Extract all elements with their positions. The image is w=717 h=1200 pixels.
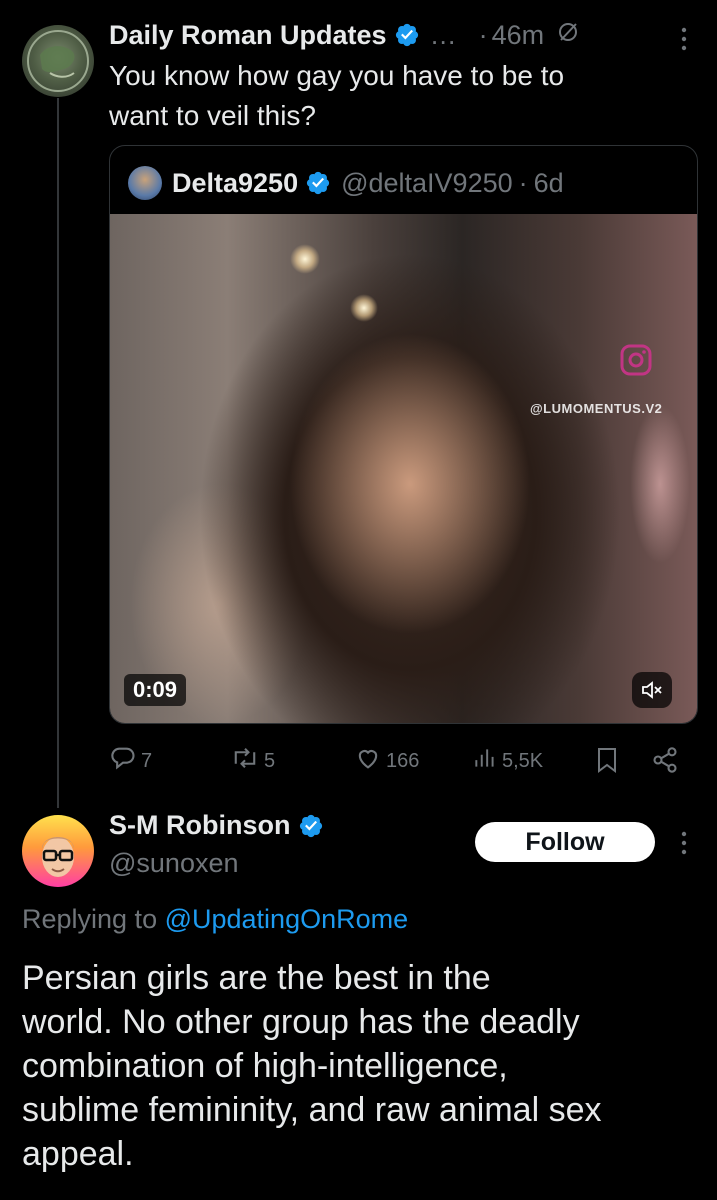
- video-duration-badge: 0:09: [124, 674, 187, 706]
- quoted-author-name[interactable]: Delta9250: [172, 168, 298, 199]
- parent-author-name[interactable]: Daily Roman Updates: [109, 20, 387, 51]
- replying-to-line: Replying to @UpdatingOnRome: [22, 904, 408, 935]
- reply-tweet-text-line: world. No other group has the deadly: [22, 1003, 580, 1041]
- parent-time-separator: ·: [478, 19, 488, 50]
- retweet-action[interactable]: 5: [230, 744, 275, 778]
- replying-to-prefix: Replying to: [22, 904, 165, 934]
- quoted-author-avatar[interactable]: [128, 166, 162, 200]
- follow-button[interactable]: Follow: [475, 822, 655, 862]
- thread-connector-line: [57, 98, 59, 808]
- reply-author-handle[interactable]: @sunoxen: [109, 848, 239, 879]
- reply-count: 7: [141, 749, 153, 772]
- like-icon: [354, 744, 382, 778]
- reply-tweet-text-line: appeal.: [22, 1135, 134, 1173]
- avatar-map-graphic: [27, 30, 89, 92]
- like-count: 166: [386, 749, 420, 772]
- parent-tweet-header: Daily Roman Updates … · 46m: [109, 18, 580, 52]
- reply-action[interactable]: 7: [109, 744, 152, 778]
- like-action[interactable]: 166: [354, 744, 419, 778]
- video-light: [630, 404, 690, 564]
- verified-badge-icon: [305, 170, 331, 196]
- avatar-face-graphic: [42, 837, 74, 877]
- reply-tweet-text-line: sublime femininity, and raw animal sex: [22, 1091, 602, 1129]
- muted-speaker-icon[interactable]: [632, 672, 672, 708]
- quoted-tweet-header: Delta9250 @deltaIV9250 · 6d: [128, 166, 564, 200]
- parent-timestamp[interactable]: 46m: [492, 20, 545, 51]
- more-options-icon[interactable]: [674, 828, 694, 858]
- reply-author-name[interactable]: S-M Robinson: [109, 810, 290, 841]
- verified-badge-icon: [394, 22, 420, 48]
- quoted-author-handle[interactable]: @deltaIV9250: [341, 168, 513, 199]
- views-action[interactable]: 5,5K: [472, 744, 543, 778]
- views-count: 5,5K: [502, 749, 544, 772]
- parent-tweet-text-line: want to veil this?: [109, 100, 316, 131]
- bookmark-icon[interactable]: [595, 746, 619, 779]
- parent-tweet-text: You know how gay you have to be to want …: [109, 56, 564, 136]
- quoted-tweet-card[interactable]: Delta9250 @deltaIV9250 · 6d @LUMOMENTUS.…: [109, 145, 698, 724]
- parent-tweet-text-line: You know how gay you have to be to: [109, 60, 565, 91]
- video-light: [290, 244, 320, 274]
- reply-tweet-text: Persian girls are the best in the world.…: [22, 956, 602, 1176]
- reply-tweet-text-line: Persian girls are the best in the: [22, 959, 491, 997]
- quoted-video-player[interactable]: @LUMOMENTUS.V2 0:09: [110, 214, 697, 723]
- replying-to-handle-link[interactable]: @UpdatingOnRome: [165, 904, 409, 934]
- parent-name-ellipsis: …: [429, 19, 457, 50]
- video-watermark: @LUMOMENTUS.V2: [530, 401, 663, 416]
- retweet-icon: [230, 744, 260, 778]
- parent-author-avatar[interactable]: [22, 25, 94, 97]
- reply-author-avatar[interactable]: [22, 815, 94, 887]
- reply-tweet-text-line: combination of high-intelligence,: [22, 1047, 508, 1085]
- reply-icon: [109, 744, 137, 778]
- quoted-time-separator: ·: [518, 167, 528, 198]
- views-icon: [472, 744, 498, 778]
- reply-tweet-header: S-M Robinson: [109, 810, 324, 841]
- retweet-count: 5: [264, 749, 276, 772]
- video-light: [350, 294, 378, 322]
- verified-badge-icon: [298, 813, 324, 839]
- share-icon[interactable]: [651, 746, 679, 779]
- instagram-icon: [620, 344, 652, 376]
- more-options-icon[interactable]: [674, 24, 694, 54]
- quoted-timestamp[interactable]: 6d: [534, 168, 564, 199]
- grok-slash-icon[interactable]: [556, 20, 580, 51]
